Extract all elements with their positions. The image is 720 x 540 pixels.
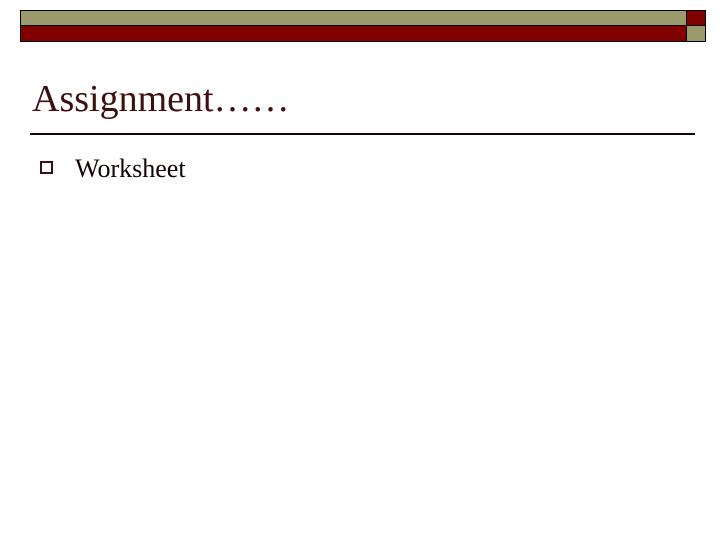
slide-header-banner [20,10,706,42]
banner-accent-square-maroon [686,10,706,26]
hollow-square-bullet-icon [40,161,53,174]
presentation-slide: Assignment…… Worksheet [0,0,720,540]
banner-bar-olive [20,10,686,26]
banner-accent-square-olive [686,26,706,42]
title-divider-rule [30,133,695,135]
banner-bar-maroon [20,26,686,42]
slide-body-list: Worksheet [40,152,680,194]
slide-title: Assignment…… [32,78,290,120]
list-item-label: Worksheet [75,154,186,183]
list-item: Worksheet [40,152,680,186]
